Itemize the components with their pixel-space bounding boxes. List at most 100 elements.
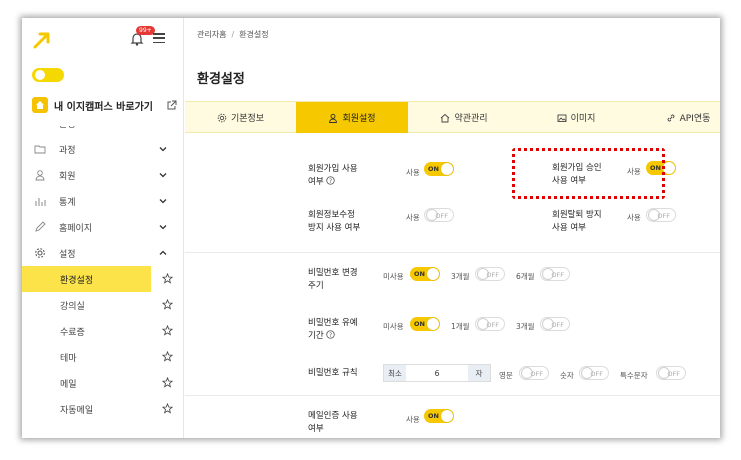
email-verify-toggle[interactable]: ON bbox=[424, 409, 454, 423]
my-campus-label: 내 이지캠퍼스 바로가기 bbox=[54, 101, 153, 113]
star-icon[interactable] bbox=[162, 403, 173, 414]
tab-basic-info[interactable]: 기본정보 bbox=[185, 102, 296, 133]
tab-label: 기본정보 bbox=[230, 114, 265, 124]
user-icon bbox=[35, 170, 45, 181]
pw-grace-3m-toggle[interactable]: OFF bbox=[540, 317, 570, 331]
pw-cycle-3m-toggle[interactable]: OFF bbox=[475, 267, 505, 281]
pw-rule-number-toggle[interactable]: OFF bbox=[579, 366, 609, 380]
tab-terms[interactable]: 약관관리 bbox=[408, 102, 520, 133]
main-content: 관리자홈 / 환경설정 환경설정 기본정보 회원설정 약관관리 이미지 API연… bbox=[185, 18, 720, 438]
logo-icon[interactable] bbox=[32, 30, 52, 50]
star-icon[interactable] bbox=[162, 299, 173, 310]
sidebar-item-member[interactable]: 회원 bbox=[22, 162, 183, 188]
tab-label: 이미지 bbox=[570, 114, 596, 124]
tab-api[interactable]: API연동 bbox=[632, 102, 720, 133]
sidebar-subitem-env-settings[interactable]: 환경설정 bbox=[22, 266, 183, 292]
pw-cycle-option-label: 6개월 bbox=[516, 272, 535, 281]
pw-grace-option-label: 3개월 bbox=[516, 322, 535, 331]
star-icon[interactable] bbox=[162, 273, 173, 284]
sidebar-item-label: 설정 bbox=[59, 249, 76, 260]
pw-cycle-option-label: 3개월 bbox=[451, 272, 470, 281]
help-icon[interactable]: ? bbox=[326, 176, 336, 185]
sidebar-subitem-label: 메일 bbox=[60, 379, 77, 390]
pw-min-prefix: 최소 bbox=[384, 365, 406, 381]
sidebar-item-partial[interactable]: 운영 bbox=[22, 126, 183, 136]
sidebar-subitem-label: 강의실 bbox=[60, 301, 85, 312]
info-edit-block-label: 회원정보수정 방지 사용 여부 bbox=[308, 210, 361, 233]
section-divider bbox=[185, 395, 720, 396]
sidebar-menu: 운영 과정 회원 통계 홈페이지 bbox=[22, 126, 183, 422]
star-icon[interactable] bbox=[162, 377, 173, 388]
svg-text:?: ? bbox=[329, 179, 332, 185]
sidebar-item-label: 과정 bbox=[59, 145, 76, 156]
chevron-up-icon bbox=[159, 126, 167, 127]
sidebar-subitem-classroom[interactable]: 강의실 bbox=[22, 292, 183, 318]
home-icon bbox=[32, 97, 48, 113]
sidebar-subitem-certificate[interactable]: 수료증 bbox=[22, 318, 183, 344]
my-campus-link[interactable]: 내 이지캠퍼스 바로가기 bbox=[32, 97, 177, 113]
help-icon[interactable]: ? bbox=[326, 330, 336, 339]
breadcrumb-separator: / bbox=[231, 30, 235, 39]
sidebar-item-label: 회원 bbox=[59, 171, 76, 182]
chevron-down-icon bbox=[159, 173, 167, 178]
star-icon[interactable] bbox=[162, 351, 173, 362]
svg-text:?: ? bbox=[329, 333, 332, 339]
tab-image[interactable]: 이미지 bbox=[520, 102, 632, 133]
sidebar-item-settings[interactable]: 설정 bbox=[22, 240, 183, 266]
withdraw-block-label: 회원탈퇴 방지 사용 여부 bbox=[552, 210, 602, 233]
chevron-up-icon bbox=[159, 250, 167, 255]
tab-label: 회원설정 bbox=[342, 114, 376, 124]
sidebar-subitem-auto-mail[interactable]: 자동메일 bbox=[22, 396, 183, 422]
pw-cycle-6m-toggle[interactable]: OFF bbox=[540, 267, 570, 281]
sidebar-subitem-label: 자동메일 bbox=[60, 405, 94, 416]
sidebar: 99+ 내 이지캠퍼스 바로가기 운영 과정 bbox=[22, 18, 184, 438]
pw-min-length-field[interactable]: 최소 6 자 bbox=[383, 364, 491, 382]
info-edit-block-toggle[interactable]: OFF bbox=[424, 208, 454, 222]
pw-rule-label: 비밀번호 규칙 bbox=[308, 368, 358, 378]
pw-cycle-none-toggle[interactable]: ON bbox=[410, 267, 440, 281]
star-icon[interactable] bbox=[162, 325, 173, 336]
pw-grace-option-label: 미사용 bbox=[383, 322, 404, 331]
tab-label: API연동 bbox=[679, 114, 711, 124]
withdraw-block-toggle[interactable]: OFF bbox=[646, 208, 676, 222]
theme-toggle[interactable] bbox=[32, 68, 64, 82]
email-verify-option-label: 사용 bbox=[406, 415, 420, 424]
sidebar-item-label: 홈페이지 bbox=[59, 223, 93, 234]
pw-min-length-input[interactable]: 6 bbox=[406, 365, 468, 381]
sidebar-subitem-mail[interactable]: 메일 bbox=[22, 370, 183, 396]
signup-use-toggle[interactable]: ON bbox=[424, 162, 454, 176]
user-icon bbox=[329, 113, 338, 123]
pw-cycle-option-label: 미사용 bbox=[383, 272, 404, 281]
sidebar-subitem-theme[interactable]: 테마 bbox=[22, 344, 183, 370]
pw-grace-1m-toggle[interactable]: OFF bbox=[475, 317, 505, 331]
chevron-down-icon bbox=[159, 147, 167, 152]
info-edit-block-option-label: 사용 bbox=[406, 213, 420, 222]
breadcrumb-current: 환경설정 bbox=[239, 30, 269, 39]
sidebar-item-label: 통계 bbox=[59, 197, 76, 208]
image-icon bbox=[557, 114, 567, 122]
breadcrumb: 관리자홈 / 환경설정 bbox=[197, 29, 269, 40]
breadcrumb-parent[interactable]: 관리자홈 bbox=[197, 30, 226, 39]
menu-icon[interactable] bbox=[153, 33, 165, 44]
pw-grace-none-toggle[interactable]: ON bbox=[410, 317, 440, 331]
home-outline-icon bbox=[34, 126, 46, 129]
tab-member-settings[interactable]: 회원설정 bbox=[296, 102, 408, 133]
notification-badge: 99+ bbox=[136, 26, 155, 35]
gear-icon bbox=[35, 248, 45, 258]
tab-label: 약관관리 bbox=[454, 114, 488, 124]
pw-rule-special-toggle[interactable]: OFF bbox=[656, 366, 686, 380]
folder-icon bbox=[34, 145, 46, 154]
page-title: 환경설정 bbox=[197, 72, 245, 87]
bar-chart-icon bbox=[35, 198, 46, 206]
sidebar-item-homepage[interactable]: 홈페이지 bbox=[22, 214, 183, 240]
pw-change-cycle-label: 비밀번호 변경 주기 bbox=[308, 268, 358, 291]
app-window: 99+ 내 이지캠퍼스 바로가기 운영 과정 bbox=[22, 18, 720, 438]
gear-icon bbox=[217, 113, 227, 122]
pw-rule-alpha-toggle[interactable]: OFF bbox=[519, 366, 549, 380]
pw-rule-option-label: 숫자 bbox=[560, 371, 574, 380]
sidebar-item-stats[interactable]: 통계 bbox=[22, 188, 183, 214]
sidebar-item-course[interactable]: 과정 bbox=[22, 136, 183, 162]
pw-grace-label: 비밀번호 유예 기간 ? bbox=[308, 318, 358, 341]
link-icon bbox=[667, 114, 675, 121]
sidebar-subitem-label: 테마 bbox=[60, 353, 77, 364]
